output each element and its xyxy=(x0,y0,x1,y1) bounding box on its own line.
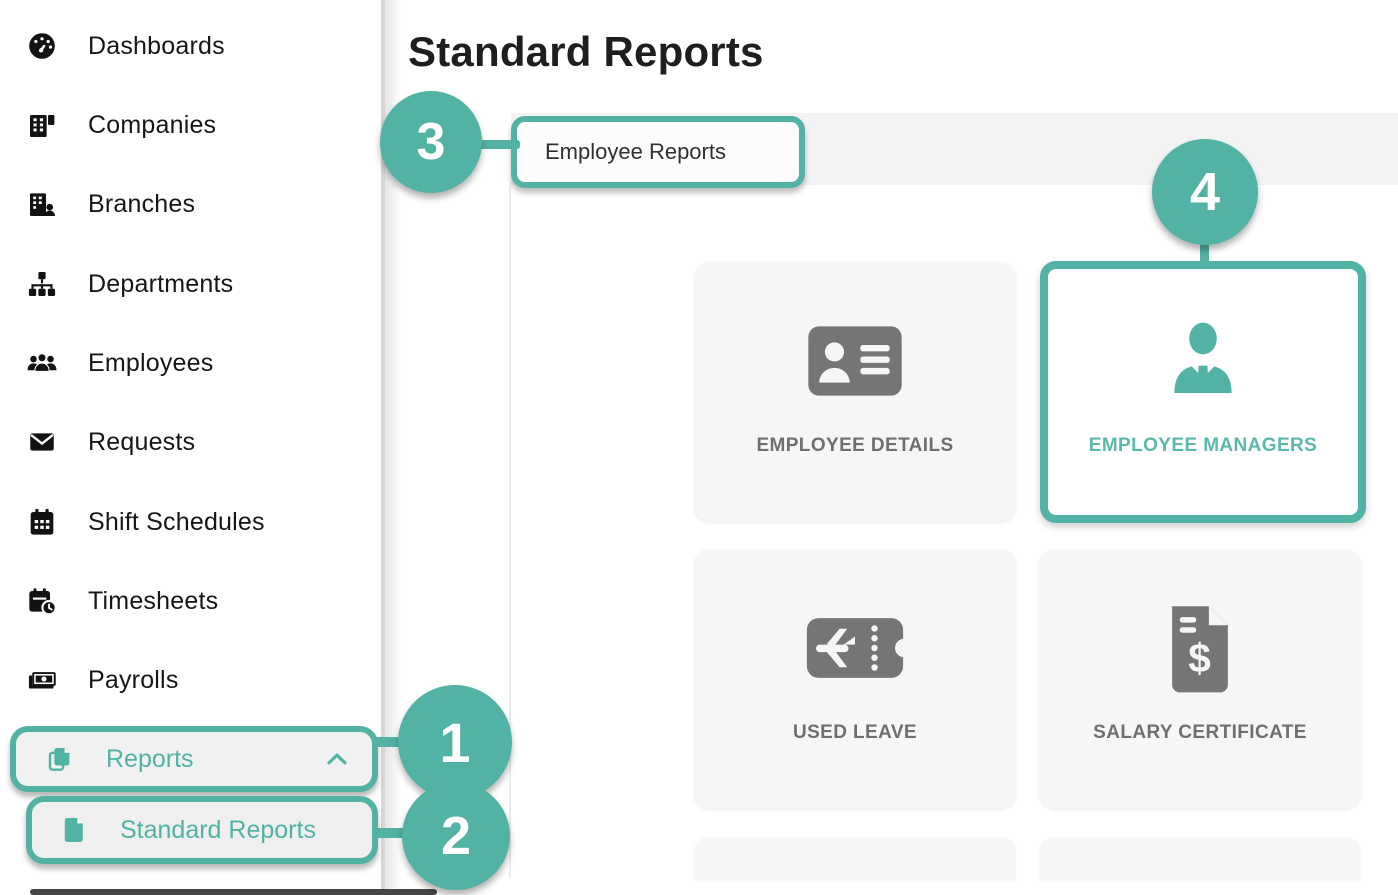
sidebar-item-label: Timesheets xyxy=(88,586,219,615)
sidebar-item-departments[interactable]: Departments xyxy=(24,259,354,309)
envelope-icon xyxy=(24,426,60,458)
app-window: Dashboards Companies Branches Department… xyxy=(0,0,1398,895)
chevron-up-icon[interactable] xyxy=(326,752,348,766)
sidebar-item-label: Departments xyxy=(88,269,234,298)
badge-number: 4 xyxy=(1189,162,1221,222)
sidebar-item-label: Employees xyxy=(88,348,214,377)
company-building-icon xyxy=(24,109,60,141)
sidebar-item-branches[interactable]: Branches xyxy=(24,179,354,229)
id-card-icon xyxy=(807,313,903,409)
salary-document-icon: $ xyxy=(1162,600,1238,696)
report-card-partial-left[interactable] xyxy=(695,838,1015,880)
plane-ticket-icon xyxy=(803,600,907,696)
dashboard-gauge-icon xyxy=(24,30,60,62)
report-card-used-leave[interactable]: USED LEAVE xyxy=(695,550,1015,808)
user-tie-icon xyxy=(1157,313,1249,409)
page-title: Standard Reports xyxy=(408,28,764,75)
sidebar-item-label: Requests xyxy=(88,427,196,456)
report-card-salary-certificate[interactable]: $ SALARY CERTIFICATE xyxy=(1040,550,1360,808)
users-icon xyxy=(24,347,60,379)
org-chart-icon xyxy=(24,268,60,300)
report-card-label: USED LEAVE xyxy=(792,722,917,743)
sidebar-item-label: Companies xyxy=(88,110,217,139)
svg-text:$: $ xyxy=(1188,635,1211,681)
sidebar-item-label: Dashboards xyxy=(88,31,225,60)
sidebar-item-label: Branches xyxy=(88,189,196,218)
sidebar-item-timesheets[interactable]: Timesheets xyxy=(24,576,354,626)
sidebar-item-companies[interactable]: Companies xyxy=(24,100,354,150)
sidebar-item-label: Standard Reports xyxy=(120,815,316,844)
file-icon xyxy=(60,815,90,845)
sidebar-item-label: Reports xyxy=(106,744,194,773)
annotation-badge-4: 4 xyxy=(1152,139,1258,245)
sidebar-item-requests[interactable]: Requests xyxy=(24,417,354,467)
branch-building-person-icon xyxy=(24,188,60,220)
sidebar-item-label: Payrolls xyxy=(88,665,179,694)
report-card-partial-right[interactable] xyxy=(1040,838,1360,880)
calendar-clock-icon xyxy=(24,585,60,617)
report-card-label: EMPLOYEE MANAGERS xyxy=(1088,435,1318,456)
sidebar-item-standard-reports[interactable]: Standard Reports xyxy=(26,796,378,864)
sidebar-item-shift-schedules[interactable]: Shift Schedules xyxy=(24,497,354,547)
sidebar-item-dashboards[interactable]: Dashboards xyxy=(24,21,354,71)
annotation-badge-2: 2 xyxy=(402,782,510,890)
sidebar-item-payrolls[interactable]: Payrolls xyxy=(24,655,354,705)
sidebar-item-employees[interactable]: Employees xyxy=(24,338,354,388)
report-card-employee-managers[interactable]: EMPLOYEE MANAGERS xyxy=(1040,261,1366,523)
copy-documents-icon xyxy=(42,743,78,775)
sidebar-item-label: Shift Schedules xyxy=(88,507,265,536)
annotation-badge-3: 3 xyxy=(380,91,482,193)
tab-employee-reports[interactable]: Employee Reports xyxy=(511,116,805,188)
report-card-label: SALARY CERTIFICATE xyxy=(1093,722,1307,743)
badge-number: 3 xyxy=(416,113,446,171)
report-card-label: EMPLOYEE DETAILS xyxy=(756,435,954,456)
sidebar: Dashboards Companies Branches Department… xyxy=(0,0,381,895)
tab-label: Employee Reports xyxy=(545,139,726,164)
report-card-employee-details[interactable]: EMPLOYEE DETAILS xyxy=(695,263,1015,521)
badge-number: 2 xyxy=(440,806,472,866)
content-panel-left-edge xyxy=(509,185,511,878)
calendar-icon xyxy=(24,506,60,538)
money-bill-icon xyxy=(24,664,60,696)
badge-number: 1 xyxy=(439,710,471,774)
bottom-cutoff-bar xyxy=(30,889,437,895)
sidebar-item-reports[interactable]: Reports xyxy=(10,726,378,792)
